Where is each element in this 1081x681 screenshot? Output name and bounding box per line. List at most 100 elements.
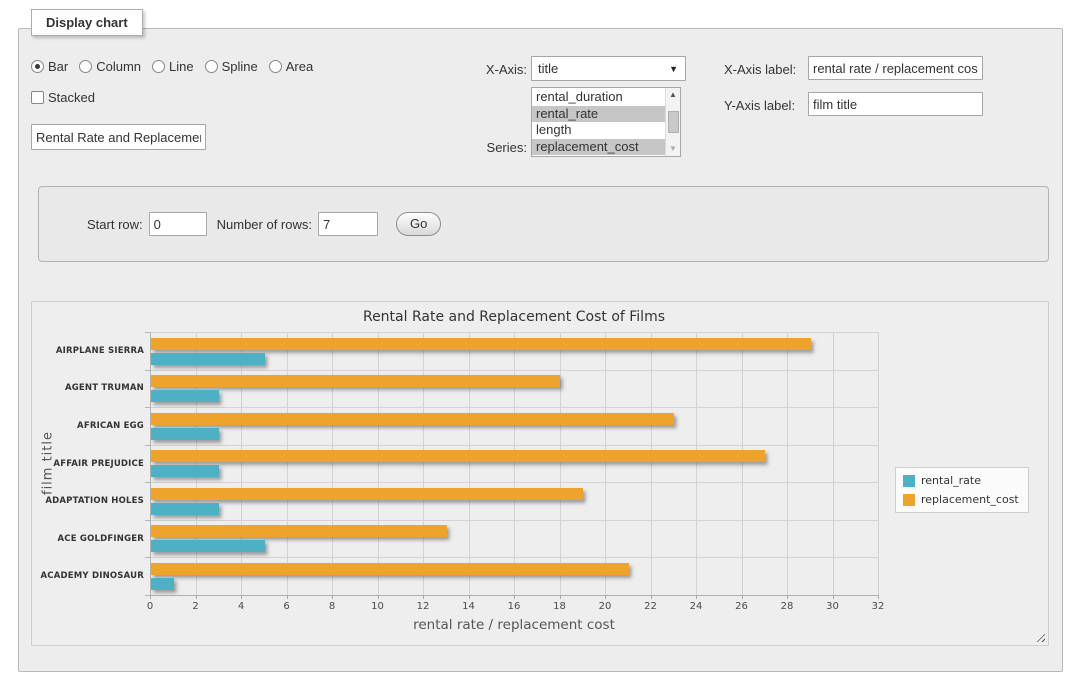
radio-label: Area [286,59,313,74]
series-listbox[interactable]: rental_durationrental_ratelengthreplacem… [531,87,681,157]
chart-title: Rental Rate and Replacement Cost of Film… [150,309,878,325]
y-axis-line [150,332,151,595]
x-axis-tick [332,595,333,599]
resize-handle-icon[interactable] [1034,631,1045,642]
x-axis-tick [560,595,561,599]
gridline [833,332,834,595]
radio-icon[interactable] [31,60,44,73]
series-listbox-scrollbar[interactable]: ▲ ▼ [665,88,680,156]
checkbox-icon[interactable] [31,91,44,104]
gridline [150,557,878,558]
bar-rental_rate[interactable] [151,428,219,440]
category-label: ACADEMY DINOSAUR [34,571,144,581]
dropdown-arrow-icon: ▼ [669,64,678,74]
gridline [196,332,197,595]
chart-type-radio-line[interactable]: Line [152,59,194,74]
x-axis-tick-label: 16 [499,601,529,612]
series-listbox-label: Series: [479,140,527,155]
chart-type-radio-column[interactable]: Column [79,59,141,74]
bar-replacement_cost[interactable] [151,563,629,575]
x-axis-tick-label: 32 [863,601,893,612]
series-options: rental_durationrental_ratelengthreplacem… [532,88,665,156]
radio-label: Line [169,59,194,74]
chart-type-radio-bar[interactable]: Bar [31,59,68,74]
gridline [150,407,878,408]
y-axis-label-caption: Y-Axis label: [724,98,795,113]
radio-icon[interactable] [79,60,92,73]
gridline [150,520,878,521]
legend-item-replacement_cost[interactable]: replacement_cost [903,493,1019,506]
bar-replacement_cost[interactable] [151,338,811,350]
legend-swatch-icon [903,475,915,487]
radio-icon[interactable] [152,60,165,73]
x-axis-tick [833,595,834,599]
bar-rental_rate[interactable] [151,353,265,365]
gridline [787,332,788,595]
scroll-up-arrow-icon[interactable]: ▲ [666,88,681,102]
series-option-replacement_cost[interactable]: replacement_cost [532,139,665,156]
scrollbar-thumb[interactable] [668,111,679,133]
x-axis-tick [787,595,788,599]
gridline [878,332,879,595]
category-label: AGENT TRUMAN [34,383,144,393]
radio-label: Spline [222,59,258,74]
x-axis-tick-label: 24 [681,601,711,612]
bar-replacement_cost[interactable] [151,525,447,537]
x-axis-label-input[interactable] [808,56,983,80]
series-option-length[interactable]: length [532,122,665,139]
y-axis-tick [145,595,150,596]
radio-label: Column [96,59,141,74]
radio-label: Bar [48,59,68,74]
x-axis-tick-label: 18 [545,601,575,612]
chart-type-radio-spline[interactable]: Spline [205,59,258,74]
gridline [150,482,878,483]
x-axis-label-caption: X-Axis label: [724,62,796,77]
y-axis-tick [145,520,150,521]
plot-area [150,332,878,595]
num-rows-label: Number of rows: [217,217,312,232]
y-axis-tick [145,482,150,483]
scroll-down-arrow-icon[interactable]: ▼ [666,142,681,156]
x-axis-tick-label: 28 [772,601,802,612]
chart-type-radio-area[interactable]: Area [269,59,313,74]
x-axis-tick [378,595,379,599]
x-axis-tick [150,595,151,599]
bar-replacement_cost[interactable] [151,413,674,425]
go-button[interactable]: Go [396,212,441,236]
x-axis-select-label: X-Axis: [481,62,527,77]
bar-replacement_cost[interactable] [151,450,765,462]
x-axis-tick [423,595,424,599]
y-axis-tick [145,332,150,333]
row-range-panel: Start row: Number of rows: Go [38,186,1049,262]
bar-rental_rate[interactable] [151,503,219,515]
bar-rental_rate[interactable] [151,540,265,552]
x-axis-select[interactable]: title ▼ [531,56,686,81]
series-option-rental_rate[interactable]: rental_rate [532,106,665,123]
gridline [241,332,242,595]
bar-replacement_cost[interactable] [151,488,583,500]
bar-replacement_cost[interactable] [151,375,560,387]
x-axis-tick [469,595,470,599]
start-row-input[interactable] [149,212,207,236]
bar-rental_rate[interactable] [151,390,219,402]
x-axis-tick [241,595,242,599]
chart-legend: rental_rate replacement_cost [895,467,1029,513]
bar-rental_rate[interactable] [151,578,174,590]
bar-rental_rate[interactable] [151,465,219,477]
radio-icon[interactable] [205,60,218,73]
gridline [514,332,515,595]
series-option-rental_duration[interactable]: rental_duration [532,89,665,106]
gridline [150,332,878,333]
radio-icon[interactable] [269,60,282,73]
stacked-checkbox[interactable]: Stacked [31,90,95,105]
category-label: AFFAIR PREJUDICE [34,459,144,469]
legend-item-rental_rate[interactable]: rental_rate [903,474,1019,487]
num-rows-input[interactable] [318,212,378,236]
y-axis-tick [145,407,150,408]
legend-label: rental_rate [921,474,981,487]
y-axis-label-input[interactable] [808,92,983,116]
gridline [332,332,333,595]
x-axis-tick [696,595,697,599]
display-chart-panel: Display chart BarColumnLineSplineArea St… [18,28,1063,672]
chart-title-input[interactable] [31,124,206,150]
